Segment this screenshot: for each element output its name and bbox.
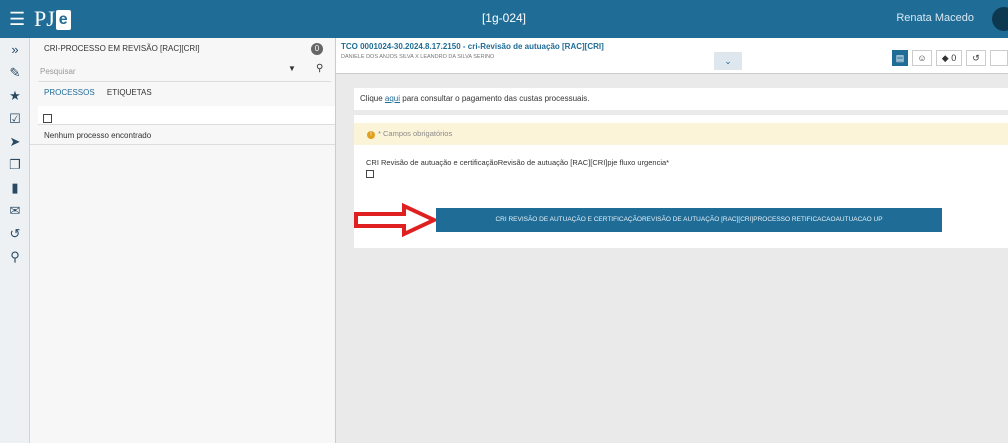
search-icon[interactable]: ⚲ [316,63,323,74]
costs-link[interactable]: aqui [385,94,400,103]
search-input[interactable] [38,62,300,80]
caret-down-icon[interactable]: ▼ [288,64,296,73]
tab-etiquetas[interactable]: ETIQUETAS [107,88,152,97]
folder-icon[interactable]: ▮ [0,176,30,199]
page-title: [1g-024] [481,11,527,25]
urgency-checkbox[interactable] [366,170,374,178]
panel-title: CRI-PROCESSO EM REVISÃO [RAC][CRI] [44,44,200,53]
info-text-before: Clique [360,94,385,103]
top-bar: ☰ PJ e [1g-024] Renata Macedo [0,0,1008,38]
search-row: ▼ ⚲ [38,60,331,82]
tag-count: 0 [951,53,957,63]
count-badge: 0 [311,43,323,55]
process-parties: DANIELE DOS ANJOS SILVA X LEANDRO DA SIL… [341,54,495,60]
red-arrow-icon [354,203,439,237]
warning-icon: ! [367,131,375,139]
panel-header: CRI-PROCESSO EM REVISÃO [RAC][CRI] 0 [30,38,335,60]
people-icon[interactable]: ☺ [912,50,932,66]
avatar[interactable] [992,7,1008,31]
tag-icon: ◆ [941,53,949,63]
transition-button[interactable]: CRI REVISÃO DE AUTUAÇÃO E CERTIFICAÇÃORE… [436,208,942,232]
star-icon[interactable]: ★ [0,84,30,107]
panel-tabs: PROCESSOS ETIQUETAS [30,82,335,106]
user-name[interactable]: Renata Macedo [896,12,974,24]
history-icon[interactable]: ↺ [0,222,30,245]
costs-info: Clique aqui para consultar o pagamento d… [354,88,1008,110]
required-note-text: * Campos obrigatórios [378,129,453,138]
main-content: TCO 0001024-30.2024.8.17.2150 - cri-Revi… [336,38,1008,443]
chevron-down-icon[interactable]: ⌄ [714,52,742,70]
info-text-after: para consultar o pagamento das custas pr… [400,94,590,103]
field-label: CRI Revisão de autuação e certificaçãoRe… [366,158,670,167]
search-icon[interactable]: ⚲ [0,245,30,268]
check-square-icon[interactable]: ☑ [0,107,30,130]
tab-processos[interactable]: PROCESSOS [44,88,95,97]
tags-icon[interactable]: ➤ [0,130,30,153]
document-icon[interactable]: ▤ [892,50,908,66]
required-fields-note: ! * Campos obrigatórios [354,123,1008,145]
process-header: TCO 0001024-30.2024.8.17.2150 - cri-Revi… [336,38,1008,74]
select-all-row [38,106,335,125]
double-chevron-right-icon[interactable]: » [0,38,30,61]
task-form: ! * Campos obrigatórios CRI Revisão de au… [354,115,1008,248]
left-rail: » ✎ ★ ☑ ➤ ❐ ▮ ✉ ↺ ⚲ [0,38,30,443]
process-title[interactable]: TCO 0001024-30.2024.8.17.2150 - cri-Revi… [341,42,604,51]
select-all-checkbox[interactable] [43,114,52,123]
pencil-icon[interactable]: ✎ [0,61,30,84]
tag-count-button[interactable]: ◆ 0 [936,50,962,66]
task-panel: CRI-PROCESSO EM REVISÃO [RAC][CRI] 0 ▼ ⚲… [30,38,336,443]
more-button[interactable] [990,50,1008,66]
copy-icon[interactable]: ❐ [0,153,30,176]
empty-message: Nenhum processo encontrado [30,125,335,145]
history-icon[interactable]: ↺ [966,50,986,66]
envelope-icon[interactable]: ✉ [0,199,30,222]
